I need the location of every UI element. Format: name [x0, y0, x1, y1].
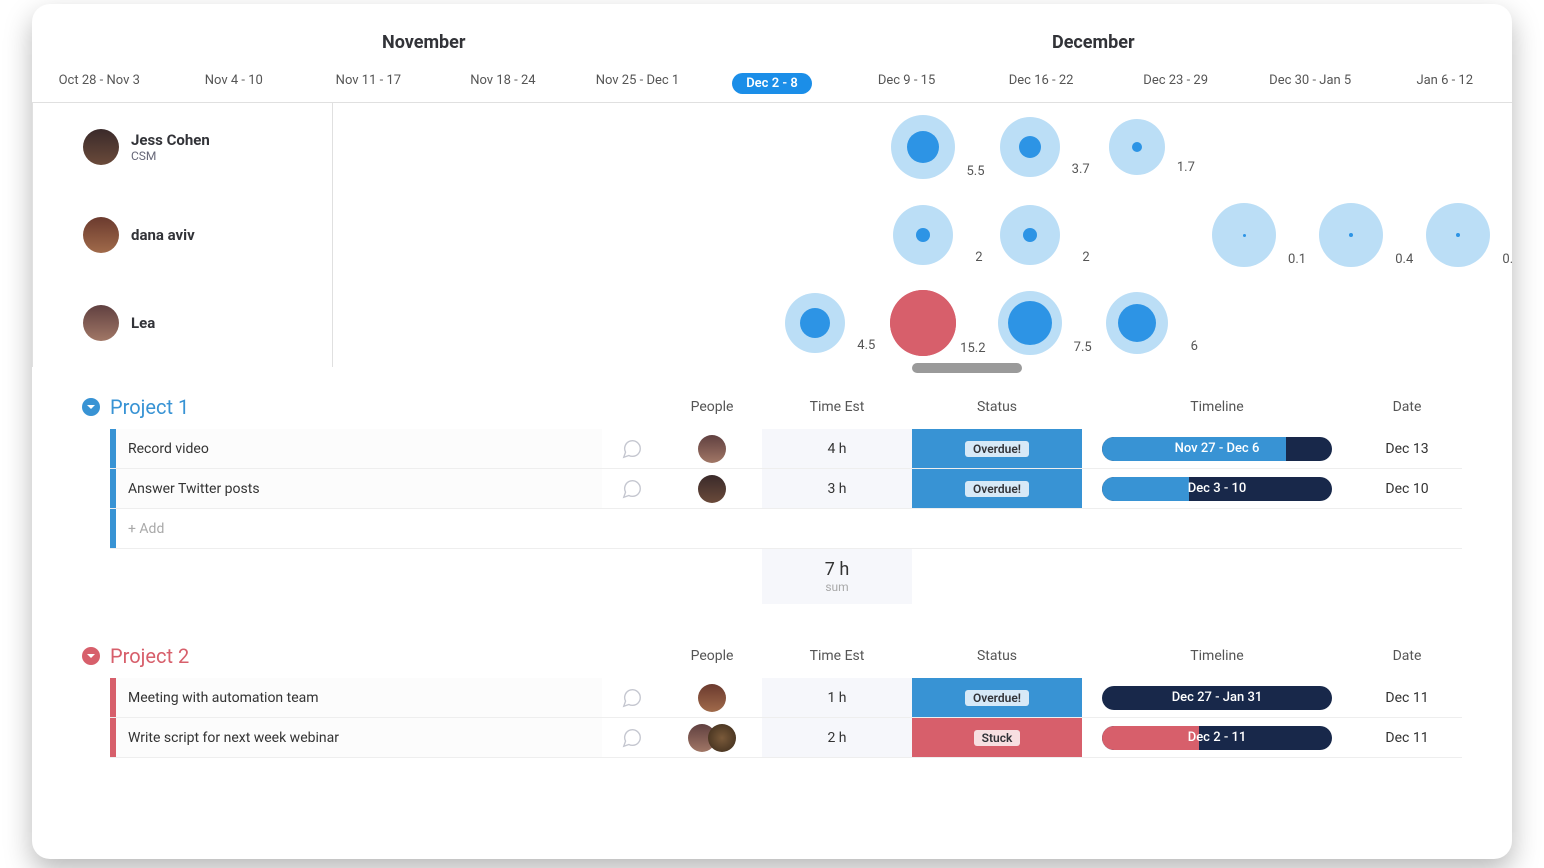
people-cell[interactable]	[662, 475, 762, 503]
people-cell[interactable]	[662, 724, 762, 752]
task-name[interactable]: Record video	[116, 429, 602, 468]
workload-cell[interactable]: 6	[1083, 292, 1190, 354]
workload-cell[interactable]: 4.5	[762, 293, 869, 353]
week-cell[interactable]: Nov 25 - Dec 1	[570, 73, 705, 94]
avatar[interactable]	[698, 475, 726, 503]
avatar[interactable]	[698, 684, 726, 712]
table-row[interactable]: Meeting with automation team1 hOverdue!D…	[110, 678, 1462, 718]
time-est-cell[interactable]: 4 h	[762, 429, 912, 468]
week-cell[interactable]: Oct 28 - Nov 3	[32, 73, 167, 94]
col-timeline: Timeline	[1082, 648, 1352, 664]
comment-icon[interactable]	[602, 478, 662, 500]
task-name[interactable]: Meeting with automation team	[116, 678, 602, 717]
avatar[interactable]	[708, 724, 736, 752]
comment-icon[interactable]	[602, 438, 662, 460]
week-cell[interactable]: Nov 18 - 24	[436, 73, 571, 94]
task-name[interactable]: Answer Twitter posts	[116, 469, 602, 508]
workload-cell[interactable]: 0.4	[1405, 203, 1512, 267]
timeline-cell[interactable]: Dec 2 - 11	[1082, 722, 1352, 754]
person-role: CSM	[131, 149, 210, 163]
project-title[interactable]: Project 2	[110, 644, 189, 668]
person-name: dana aviv	[131, 226, 195, 244]
workload-grid: Jess CohenCSM5.53.71.7dana aviv220.10.40…	[32, 103, 1512, 367]
avatar[interactable]	[698, 435, 726, 463]
time-sum-cell: 7 hsum	[762, 549, 912, 604]
timeline-cell[interactable]: Nov 27 - Dec 6	[1082, 433, 1352, 465]
active-week-pill[interactable]: Dec 2 - 8	[732, 73, 812, 94]
workload-cell[interactable]: 0.4	[1298, 203, 1405, 267]
person-name: Jess Cohen	[131, 131, 210, 149]
workload-value: 1.7	[1177, 160, 1195, 175]
time-est-cell[interactable]: 3 h	[762, 469, 912, 508]
week-cell[interactable]: Dec 16 - 22	[974, 73, 1109, 94]
workload-cell[interactable]: 0.1	[1191, 203, 1298, 267]
col-time: Time Est	[762, 648, 912, 664]
person-row: dana aviv220.10.40.4	[32, 191, 1512, 279]
date-cell[interactable]: Dec 10	[1352, 481, 1462, 497]
project-title[interactable]: Project 1	[110, 395, 189, 419]
time-est-cell[interactable]: 1 h	[762, 678, 912, 717]
col-people: People	[662, 399, 762, 415]
col-date: Date	[1352, 399, 1462, 415]
week-cell[interactable]: Dec 2 - 8	[705, 73, 840, 94]
month-label-dec: December	[732, 32, 1512, 53]
col-status: Status	[912, 648, 1082, 664]
workload-cell[interactable]: 5.5	[869, 115, 976, 179]
comment-icon[interactable]	[602, 687, 662, 709]
person-row: Lea4.515.27.56	[32, 279, 1512, 367]
collapse-icon[interactable]	[82, 647, 100, 665]
table-row[interactable]: Record video 4 hOverdue!Nov 27 - Dec 6Dec…	[110, 429, 1462, 469]
col-date: Date	[1352, 648, 1462, 664]
avatar[interactable]	[83, 129, 119, 165]
task-name[interactable]: Write script for next week webinar	[116, 718, 602, 757]
scrollbar-thumb[interactable]	[912, 363, 1022, 373]
week-cell[interactable]: Jan 6 - 12	[1377, 73, 1512, 94]
status-cell[interactable]: Stuck	[912, 718, 1082, 757]
avatar[interactable]	[83, 217, 119, 253]
comment-icon[interactable]	[602, 727, 662, 749]
week-row: Oct 28 - Nov 3Nov 4 - 10Nov 11 - 17Nov 1…	[32, 73, 1512, 103]
person-name: Lea	[131, 314, 155, 332]
workload-value: 2	[1082, 250, 1089, 265]
status-cell[interactable]: Overdue!	[912, 678, 1082, 717]
col-status: Status	[912, 399, 1082, 415]
col-time: Time Est	[762, 399, 912, 415]
month-row: November December	[32, 32, 1512, 53]
col-timeline: Timeline	[1082, 399, 1352, 415]
time-est-cell[interactable]: 2 h	[762, 718, 912, 757]
workload-cell[interactable]: 15.2	[869, 290, 976, 356]
workload-value: 0.4	[1502, 252, 1512, 267]
date-cell[interactable]: Dec 11	[1352, 690, 1462, 706]
workload-cell[interactable]: 2	[869, 205, 976, 265]
workload-value: 6	[1191, 339, 1198, 354]
table-row[interactable]: Write script for next week webinar 2 hStu…	[110, 718, 1462, 758]
week-cell[interactable]: Dec 30 - Jan 5	[1243, 73, 1378, 94]
people-cell[interactable]	[662, 435, 762, 463]
week-cell[interactable]: Nov 11 - 17	[301, 73, 436, 94]
timeline-cell[interactable]: Dec 27 - Jan 31	[1082, 682, 1352, 714]
collapse-icon[interactable]	[82, 398, 100, 416]
status-cell[interactable]: Overdue!	[912, 469, 1082, 508]
people-cell[interactable]	[662, 684, 762, 712]
person-row: Jess CohenCSM5.53.71.7	[32, 103, 1512, 191]
workload-cell[interactable]: 2	[976, 205, 1083, 265]
workload-cell[interactable]: 3.7	[976, 117, 1083, 177]
week-cell[interactable]: Nov 4 - 10	[167, 73, 302, 94]
month-label-nov: November	[332, 32, 732, 53]
avatar[interactable]	[83, 305, 119, 341]
table-row[interactable]: Answer Twitter posts 3 hOverdue!Dec 3 - 1…	[110, 469, 1462, 509]
date-cell[interactable]: Dec 11	[1352, 730, 1462, 746]
date-cell[interactable]: Dec 13	[1352, 441, 1462, 457]
timeline-cell[interactable]: Dec 3 - 10	[1082, 473, 1352, 505]
week-cell[interactable]: Dec 23 - 29	[1108, 73, 1243, 94]
week-cell[interactable]: Dec 9 - 15	[839, 73, 974, 94]
workload-cell[interactable]: 1.7	[1083, 119, 1190, 175]
add-item-button[interactable]: + Add	[116, 521, 1462, 537]
status-cell[interactable]: Overdue!	[912, 429, 1082, 468]
workload-cell[interactable]: 7.5	[976, 291, 1083, 355]
col-people: People	[662, 648, 762, 664]
